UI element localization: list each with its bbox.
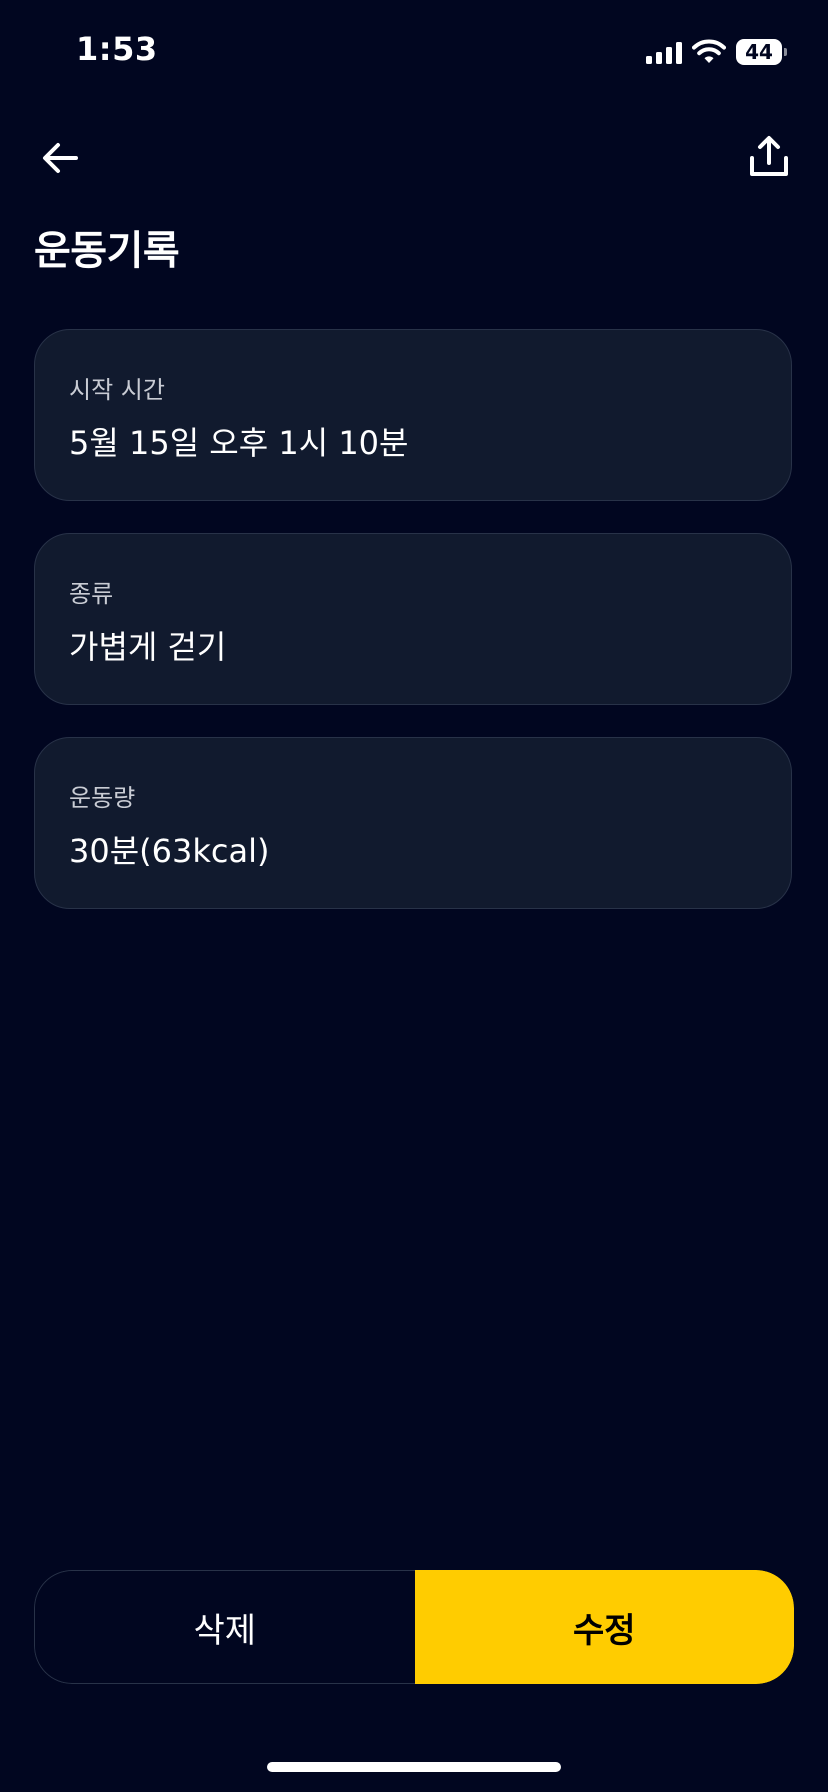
exercise-type-label: 종류 <box>69 580 114 608</box>
exercise-record-screen: 1:53 44 운동기록 시작 시간 5월 15일 오후 1시 10분 종류 가… <box>0 0 828 1792</box>
page-title: 운동기록 <box>34 228 180 274</box>
exercise-amount-value: 30분(63kcal) <box>69 832 270 870</box>
exercise-amount-label: 운동량 <box>69 784 136 812</box>
exercise-type-card[interactable]: 종류 가볍게 걷기 <box>34 533 792 705</box>
exercise-type-value: 가볍게 걷기 <box>69 628 227 666</box>
back-button[interactable] <box>38 136 82 180</box>
home-indicator[interactable] <box>267 1762 561 1772</box>
share-upload-icon <box>750 136 788 176</box>
status-bar: 1:53 44 <box>0 0 828 100</box>
start-time-value: 5월 15일 오후 1시 10분 <box>69 424 409 462</box>
share-button[interactable] <box>746 134 792 180</box>
exercise-amount-card[interactable]: 운동량 30분(63kcal) <box>34 737 792 909</box>
edit-button[interactable]: 수정 <box>414 1570 794 1684</box>
status-icons: 44 <box>646 38 788 66</box>
delete-button[interactable]: 삭제 <box>34 1570 415 1684</box>
status-time: 1:53 <box>76 30 158 68</box>
battery-icon: 44 <box>736 39 787 65</box>
start-time-label: 시작 시간 <box>69 376 165 404</box>
start-time-card[interactable]: 시작 시간 5월 15일 오후 1시 10분 <box>34 329 792 501</box>
action-bar: 삭제 수정 <box>34 1570 794 1684</box>
arrow-left-icon <box>43 143 78 173</box>
signal-icon <box>646 40 682 64</box>
wifi-icon <box>692 39 726 63</box>
